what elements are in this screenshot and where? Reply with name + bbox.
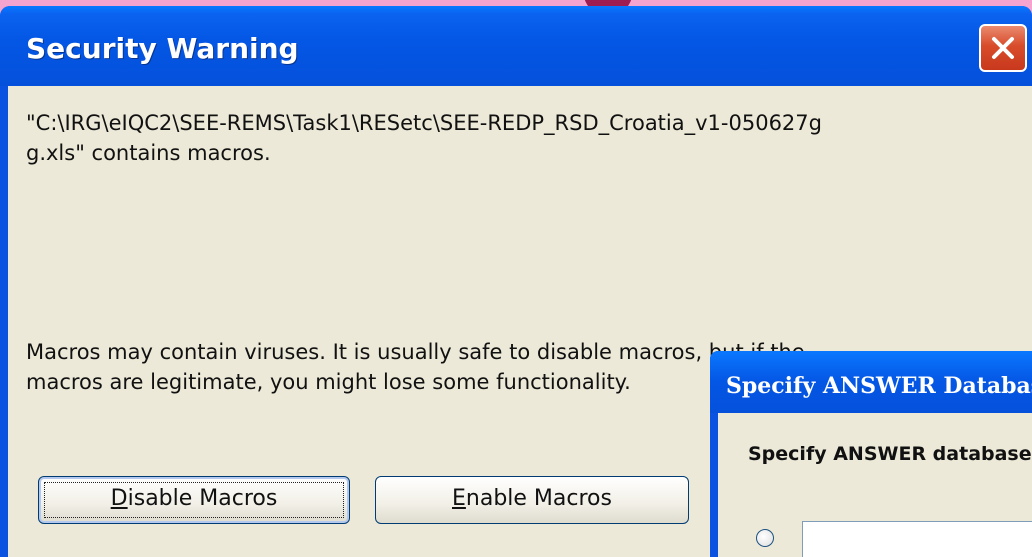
focus-rectangle — [44, 482, 344, 518]
answer-dialog-title: Specify ANSWER Database — [726, 373, 1032, 399]
answer-dialog-title-bar[interactable]: Specify ANSWER Database — [710, 351, 1032, 413]
disable-macros-button[interactable]: Disable Macros — [38, 476, 350, 524]
enable-label: nable Macros — [465, 486, 612, 511]
enable-mnemonic: E — [452, 486, 466, 511]
dialog-title: Security Warning — [26, 32, 299, 65]
file-path-message: "C:\IRG\eIQC2\SEE-REMS\Task1\RESetc\SEE-… — [26, 108, 1032, 168]
title-bar[interactable]: Security Warning — [0, 6, 1032, 86]
close-icon — [992, 37, 1014, 59]
answer-dialog-body: Specify ANSWER database — [718, 413, 1032, 557]
enable-macros-button[interactable]: Enable Macros — [375, 476, 689, 524]
file-path-line1: "C:\IRG\eIQC2\SEE-REMS\Task1\RESetc\SEE-… — [26, 111, 822, 135]
database-radio[interactable] — [756, 529, 774, 547]
answer-database-dialog: Specify ANSWER Database Specify ANSWER d… — [710, 351, 1032, 557]
file-path-line2: g.xls" contains macros. — [26, 141, 271, 165]
database-path-field[interactable] — [802, 521, 1032, 557]
answer-prompt: Specify ANSWER database — [748, 443, 1032, 465]
close-button[interactable] — [979, 24, 1027, 72]
